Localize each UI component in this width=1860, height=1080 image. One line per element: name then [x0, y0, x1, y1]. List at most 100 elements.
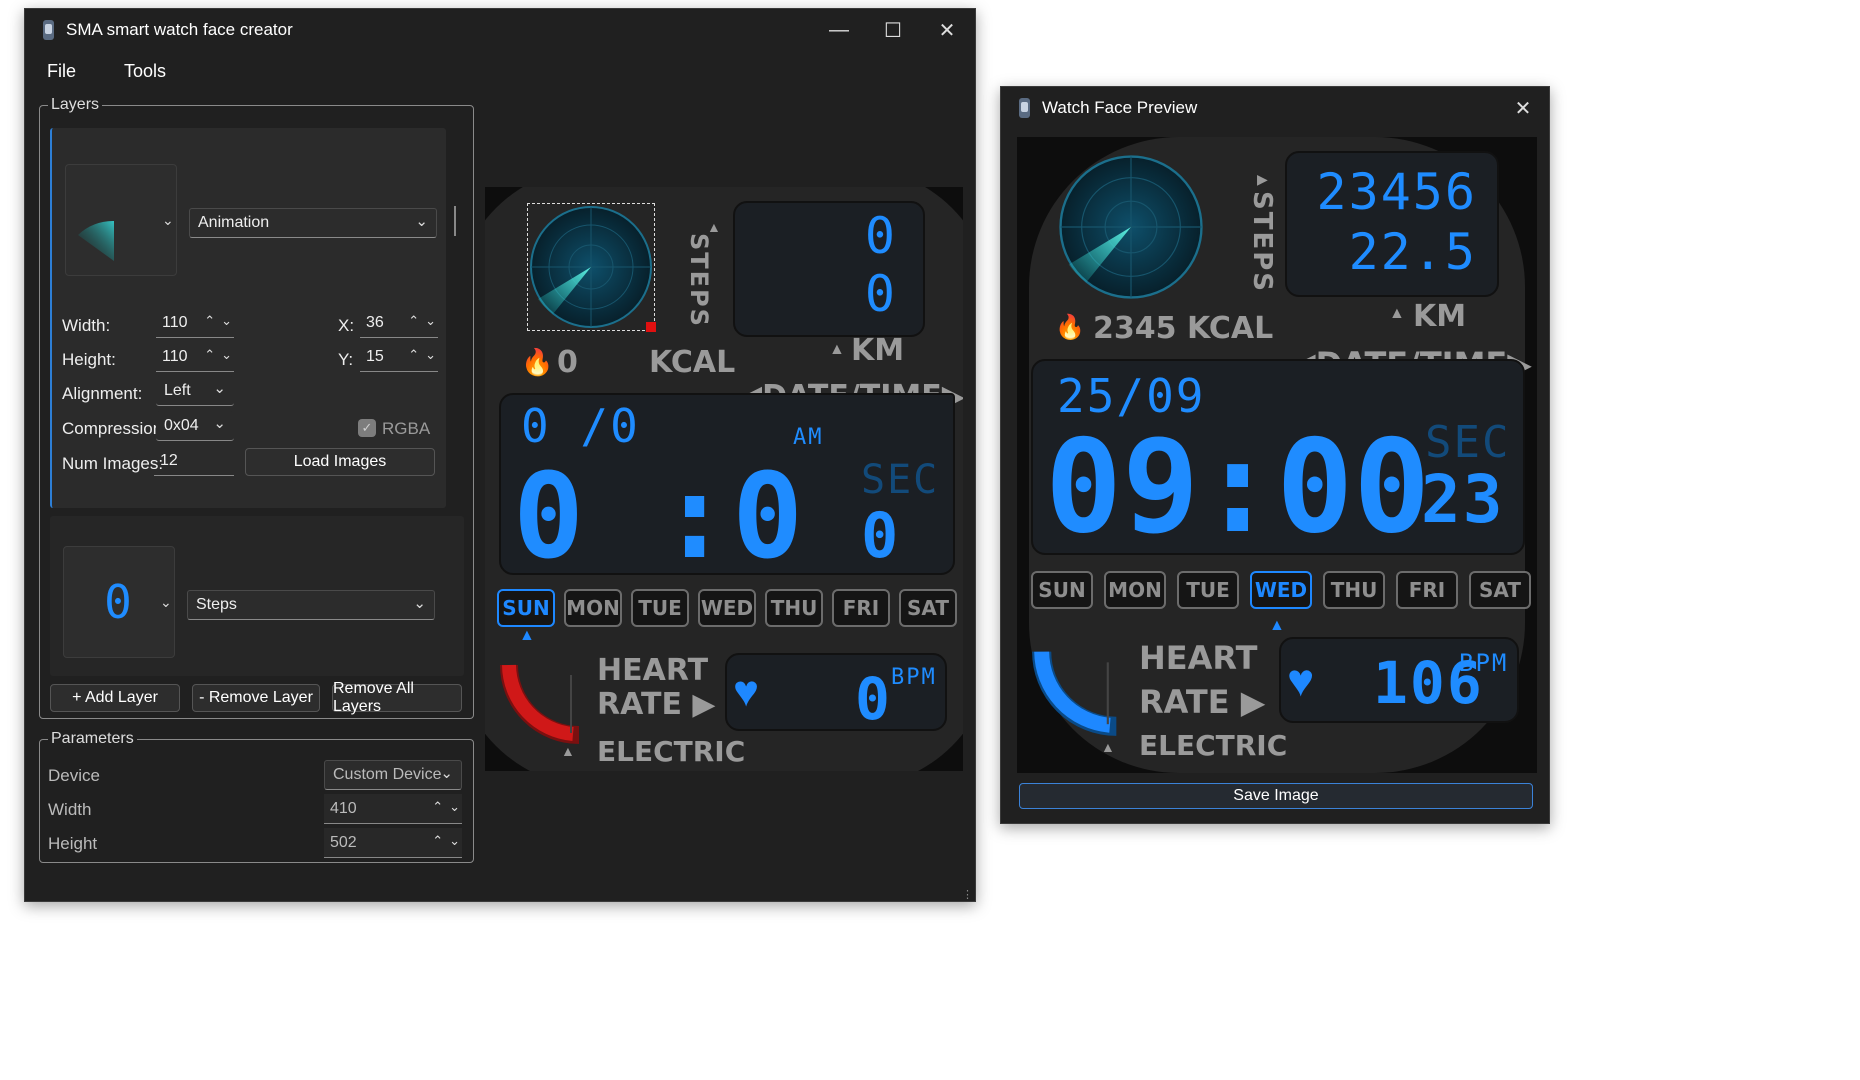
num-images-input[interactable]: 12 — [154, 446, 234, 476]
scrollbar[interactable] — [454, 206, 456, 236]
heart-label: HEART — [597, 653, 709, 688]
watch-app-icon — [1019, 98, 1030, 118]
heart-label: HEART — [1139, 639, 1258, 677]
bpm-label: BPM — [891, 665, 937, 690]
main-titlebar[interactable]: SMA smart watch face creator — ☐ ✕ — [25, 9, 975, 51]
menu-bar: File Tools — [47, 61, 166, 82]
height-spinbox[interactable]: 110 ⌃ ⌄ — [156, 342, 234, 372]
layer-thumbnail-animation[interactable] — [65, 164, 177, 276]
compression-select[interactable]: 0x04 ⌄ — [156, 411, 234, 441]
param-width-label: Width — [48, 800, 92, 819]
close-icon[interactable]: ✕ — [1495, 87, 1551, 129]
menu-tools[interactable]: Tools — [124, 61, 166, 82]
flame-icon: 🔥 — [1055, 314, 1085, 341]
remove-all-layers-button[interactable]: Remove All Layers — [332, 680, 462, 715]
layers-legend: Layers — [48, 96, 103, 114]
steps-label: STEPS — [1247, 191, 1277, 294]
sec-value: 23 — [1421, 461, 1505, 538]
day-fri: FRI — [1396, 571, 1458, 609]
layer-type-select[interactable]: Steps ⌄ — [187, 590, 435, 620]
sec-label: SEC — [861, 457, 940, 503]
steps-label: STEPS — [685, 233, 713, 328]
preview-window: Watch Face Preview ✕ STEPS ▶ 23456 22.5 … — [1000, 86, 1550, 824]
alignment-label: Alignment: — [62, 384, 143, 403]
y-label: Y: — [338, 350, 354, 369]
width-label: Width: — [62, 316, 111, 335]
day-mon: MON — [1104, 571, 1166, 609]
y-spinbox[interactable]: 15 ⌃ ⌄ — [360, 342, 438, 372]
day-thu: THU — [1323, 571, 1385, 609]
close-icon[interactable]: ✕ — [919, 9, 975, 51]
electric-arrow-icon: ▲ — [561, 743, 575, 759]
kcal-label: KCAL — [649, 345, 736, 380]
add-layer-button[interactable]: + Add Layer — [50, 684, 180, 712]
main-window: SMA smart watch face creator — ☐ ✕ File … — [24, 8, 976, 902]
day-indicator-icon: ▲ — [1269, 617, 1285, 634]
layers-group: Layers ⌄ Animation ⌄ Width: 110 ⌃ ⌄ X: 36 ⌃ ⌄… — [39, 96, 474, 719]
day-sat: SAT — [899, 589, 957, 627]
steps-panel: 0 0 — [733, 201, 925, 337]
kcal-value: 2345 KCAL — [1093, 311, 1274, 346]
num-images-label: Num Images: — [62, 454, 164, 473]
load-images-button[interactable]: Load Images — [245, 448, 435, 476]
heart-rate-panel: ♥ 106 BPM — [1279, 637, 1519, 723]
layer-type-select[interactable]: Animation ⌄ — [189, 208, 437, 238]
km-value: 22.5 — [1348, 223, 1477, 281]
km-label: KM — [851, 333, 905, 368]
resize-grip-icon[interactable]: ⋮ — [962, 888, 973, 901]
layer-card-animation[interactable]: ⌄ Animation ⌄ Width: 110 ⌃ ⌄ X: 36 ⌃ ⌄ Height… — [50, 128, 456, 508]
maximize-icon[interactable]: ☐ — [865, 9, 921, 51]
parameters-group: Parameters Device Custom Device ⌄ Width 4… — [39, 730, 474, 863]
time-value: 09:00 — [1045, 413, 1431, 562]
minimize-icon[interactable]: — — [811, 9, 867, 51]
parameters-legend: Parameters — [48, 730, 137, 748]
heart-rate-panel: ♥ 0 BPM — [725, 653, 947, 733]
preview-title: Watch Face Preview — [1042, 98, 1198, 117]
day-fri: FRI — [832, 589, 890, 627]
x-spinbox[interactable]: 36 ⌃ ⌄ — [360, 308, 438, 338]
window-title: SMA smart watch face creator — [66, 20, 293, 39]
steps-arrow-icon: ▲ — [707, 219, 721, 235]
compression-label: Compression: — [62, 419, 167, 438]
radar-layer-selection[interactable] — [527, 203, 656, 332]
day-wed: WED — [1250, 571, 1312, 609]
alignment-select[interactable]: Left ⌄ — [156, 376, 234, 406]
menu-file[interactable]: File — [47, 61, 76, 82]
bpm-label: BPM — [1459, 649, 1509, 677]
heart-icon: ♥ — [1287, 654, 1315, 706]
rate-label: RATE ▶ — [597, 687, 716, 722]
chevron-down-icon[interactable]: ⌄ — [160, 594, 172, 611]
electric-label: ELECTRIC — [597, 735, 746, 768]
flame-icon: 🔥 — [521, 347, 554, 377]
steps-panel: 23456 22.5 — [1285, 151, 1499, 297]
preview-titlebar[interactable]: Watch Face Preview ✕ — [1001, 87, 1549, 129]
layer-card-steps[interactable]: 0 ⌄ Steps ⌄ — [50, 516, 464, 676]
time-panel: 0 /0 AM 0 :0 SEC 0 — [499, 393, 955, 585]
watch-face-canvas[interactable]: STEPS ▲ 0 0 🔥 0 KCAL ▲ KM ◀DATE/TIME▶ 0 … — [485, 187, 963, 771]
rgba-label: RGBA — [382, 419, 431, 438]
save-image-button[interactable]: Save Image — [1019, 783, 1533, 809]
param-width-spinbox[interactable]: 410 ⌃ ⌄ — [324, 794, 462, 824]
km-value: 0 — [864, 265, 897, 323]
day-wed: WED — [698, 589, 756, 627]
width-spinbox[interactable]: 110 ⌃ ⌄ — [156, 308, 234, 338]
day-indicator-icon: ▲ — [519, 627, 535, 644]
electric-arrow-icon: ▲ — [1101, 739, 1115, 755]
chevron-down-icon[interactable]: ⌄ — [162, 212, 174, 229]
day-thu: THU — [765, 589, 823, 627]
steps-value: 23456 — [1316, 163, 1477, 221]
time-panel: 25/09 09:00 SEC 23 — [1031, 359, 1525, 562]
time-value: 0 :0 — [513, 447, 806, 585]
rate-label: RATE ▶ — [1139, 683, 1266, 721]
preview-face: STEPS ▶ 23456 22.5 🔥 2345 KCAL ▲ KM ◀DAT… — [1017, 137, 1537, 773]
radar-icon — [530, 206, 652, 328]
remove-layer-button[interactable]: - Remove Layer — [192, 684, 320, 712]
watch-app-icon — [43, 20, 54, 40]
device-select[interactable]: Custom Device ⌄ — [324, 760, 462, 790]
param-height-spinbox[interactable]: 502 ⌃ ⌄ — [324, 828, 462, 858]
battery-gauge — [500, 664, 580, 744]
day-sun: SUN — [1031, 571, 1093, 609]
rgba-checkbox[interactable]: ✓ — [358, 419, 376, 437]
resize-handle[interactable] — [646, 322, 656, 332]
layer-thumbnail-steps[interactable]: 0 — [63, 546, 175, 658]
